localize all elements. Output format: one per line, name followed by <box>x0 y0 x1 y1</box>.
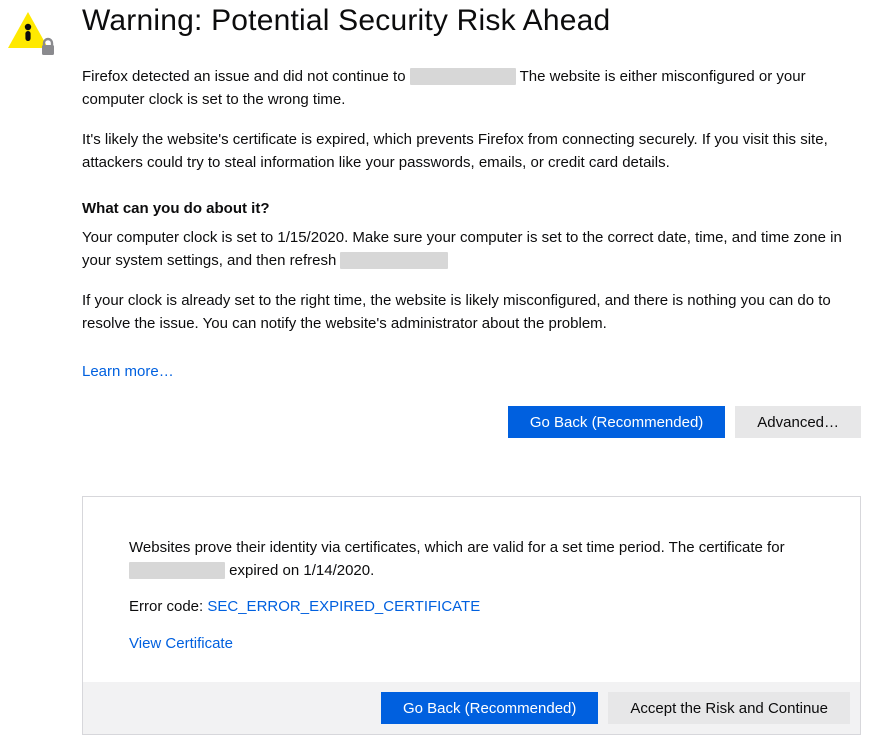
accept-risk-button[interactable]: Accept the Risk and Continue <box>608 692 850 724</box>
redacted-hostname <box>129 562 225 579</box>
go-back-button-2[interactable]: Go Back (Recommended) <box>381 692 598 724</box>
error-code-line: Error code: SEC_ERROR_EXPIRED_CERTIFICAT… <box>129 598 814 615</box>
go-back-button[interactable]: Go Back (Recommended) <box>508 406 725 438</box>
certificate-explanation: Websites prove their identity via certif… <box>129 537 814 582</box>
advanced-panel: Websites prove their identity via certif… <box>82 496 861 735</box>
misconfigured-note: If your clock is already set to the righ… <box>82 290 861 335</box>
warning-description-1: Firefox detected an issue and did not co… <box>82 66 861 111</box>
learn-more-link[interactable]: Learn more… <box>82 363 174 380</box>
page-title: Warning: Potential Security Risk Ahead <box>82 4 861 38</box>
advanced-button[interactable]: Advanced… <box>735 406 861 438</box>
warning-icon <box>6 4 56 62</box>
error-code-link[interactable]: SEC_ERROR_EXPIRED_CERTIFICATE <box>207 598 480 615</box>
clock-instruction: Your computer clock is set to 1/15/2020.… <box>82 227 861 272</box>
view-certificate-link[interactable]: View Certificate <box>129 635 233 652</box>
warning-description-2: It's likely the website's certificate is… <box>82 129 861 174</box>
redacted-hostname <box>340 252 448 269</box>
redacted-hostname <box>410 68 516 85</box>
what-can-you-do-heading: What can you do about it? <box>82 200 861 217</box>
